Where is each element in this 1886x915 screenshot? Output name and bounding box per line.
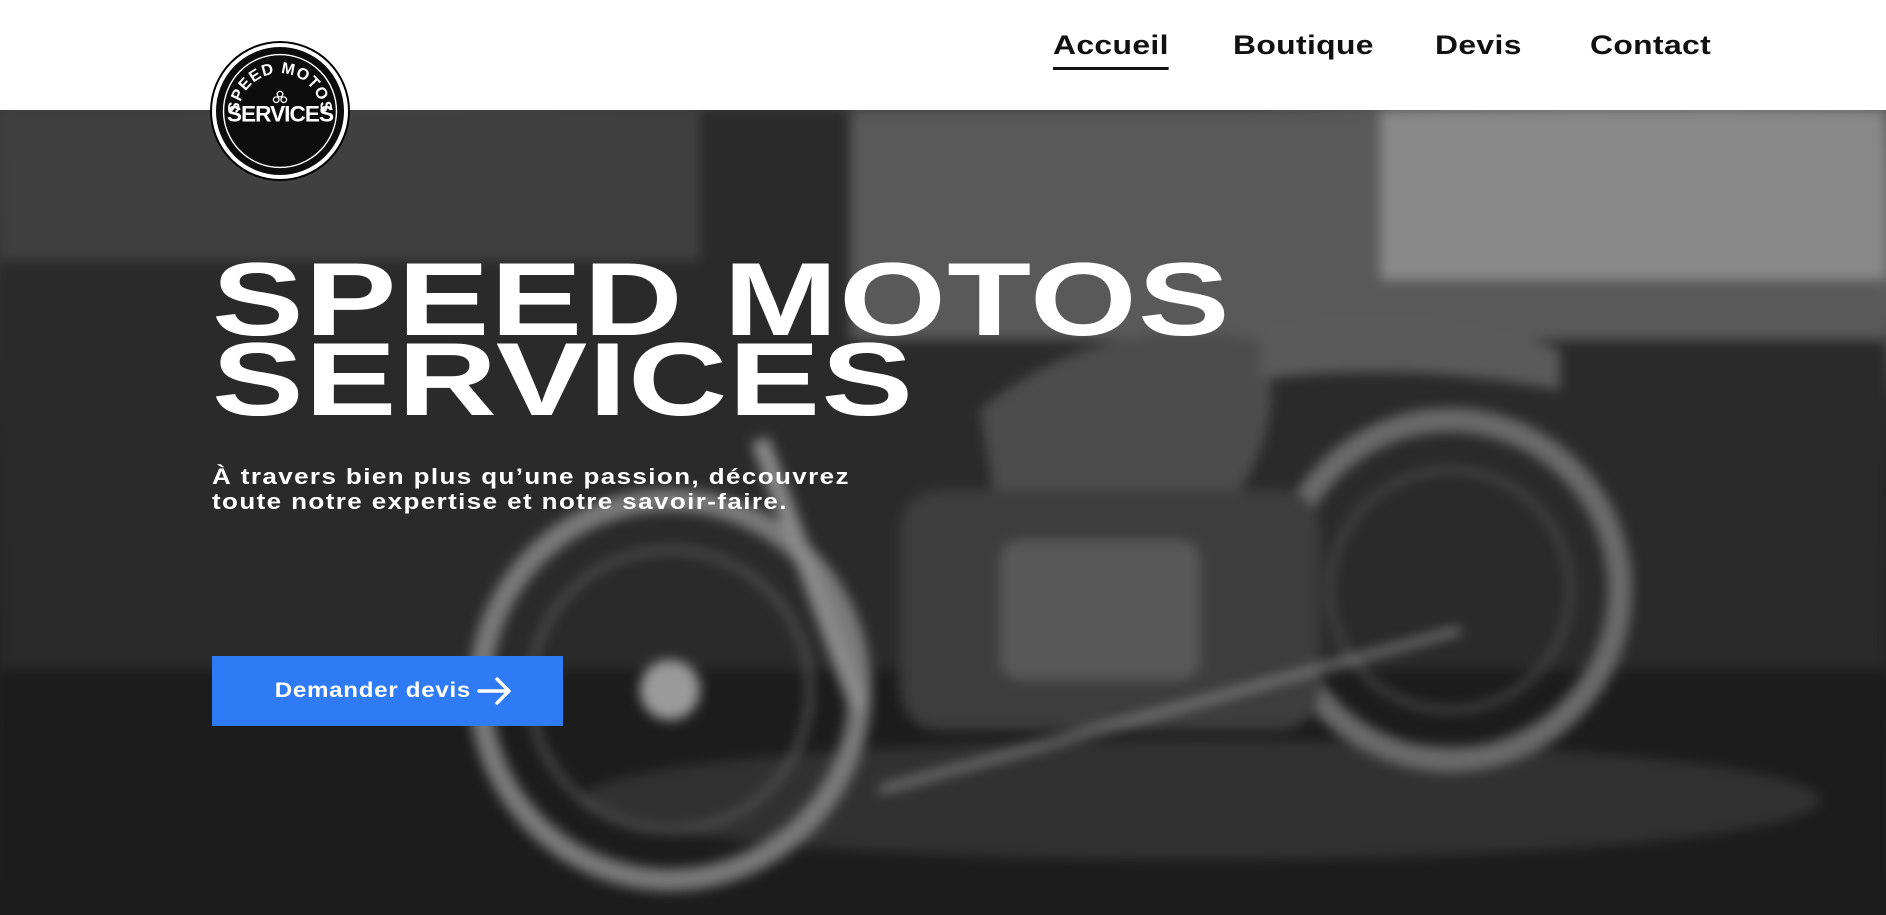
logo-emblem: SPEED MOTOS SERVICES	[222, 53, 338, 169]
request-quote-label: Demander devis	[274, 679, 471, 702]
site-logo[interactable]: SPEED MOTOS SERVICES	[212, 43, 348, 179]
hero-subtitle-line1: À travers bien plus qu’une passion, déco…	[212, 464, 850, 489]
nav-item-accueil[interactable]: Accueil	[1053, 30, 1170, 70]
request-quote-button[interactable]: Demander devis	[212, 656, 563, 726]
hero-subtitle: À travers bien plus qu’une passion, déco…	[212, 464, 1123, 514]
main-nav: Accueil Boutique Devis Contact	[971, 30, 1711, 70]
hero-subtitle-line2: toute notre expertise et notre savoir-fa…	[212, 489, 788, 514]
nav-item-devis[interactable]: Devis	[1435, 30, 1522, 70]
logo-main-text: SERVICES	[227, 101, 334, 126]
hero-content: SPEED MOTOS SERVICES À travers bien plus…	[212, 248, 1230, 514]
nav-item-contact[interactable]: Contact	[1590, 30, 1711, 70]
nav-item-boutique[interactable]: Boutique	[1233, 30, 1374, 70]
hero-section: SPEED MOTOS SERVICES À travers bien plus…	[0, 110, 1886, 915]
hero-title: SPEED MOTOS SERVICES	[212, 248, 1231, 432]
